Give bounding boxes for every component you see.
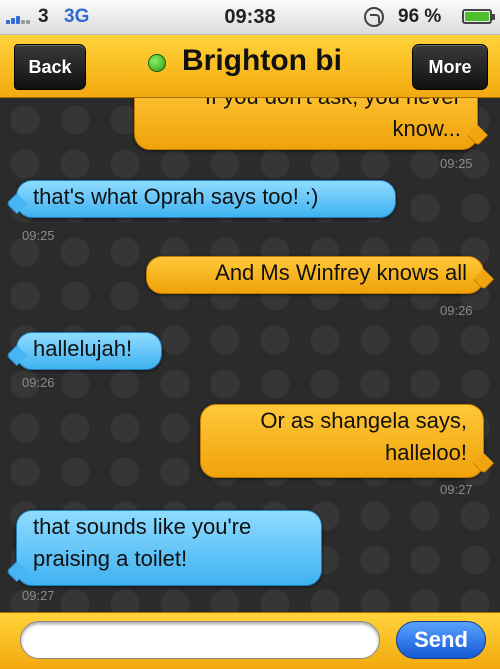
page-title: Brighton bi: [182, 44, 342, 77]
message-text: If you don't ask, you never: [151, 98, 461, 113]
message-text: know...: [392, 116, 461, 141]
message-bubble-sent[interactable]: Or as shangela says, halleloo!: [200, 404, 484, 478]
message-bubble-sent[interactable]: If you don't ask, you never know...: [134, 98, 478, 150]
battery-percent: 96 %: [398, 6, 442, 27]
rotation-lock-icon: [364, 7, 384, 27]
message-bubble-received[interactable]: that sounds like you're praising a toile…: [16, 510, 322, 586]
back-button[interactable]: Back: [14, 44, 86, 90]
more-button[interactable]: More: [412, 44, 488, 90]
message-text: that sounds like you're: [33, 514, 252, 539]
message-timestamp: 09:25: [440, 156, 473, 171]
message-bubble-received[interactable]: that's what Oprah says too! :): [16, 180, 396, 218]
message-bubble-sent[interactable]: And Ms Winfrey knows all: [146, 256, 484, 294]
more-button-label: More: [428, 57, 472, 77]
message-text: Or as shangela says,: [260, 408, 467, 433]
message-timestamp: 09:27: [440, 482, 473, 497]
message-input[interactable]: [20, 621, 380, 659]
back-button-label: Back: [28, 57, 72, 77]
online-status-icon: [148, 54, 166, 72]
message-text: And Ms Winfrey knows all: [215, 260, 467, 285]
message-timestamp: 09:26: [22, 375, 55, 390]
message-text: praising a toilet!: [33, 546, 188, 571]
message-timestamp: 09:26: [440, 303, 473, 318]
battery-icon: [462, 9, 495, 24]
message-timestamp: 09:25: [22, 228, 55, 243]
message-text: halleloo!: [385, 440, 467, 465]
message-timestamp: 09:27: [22, 588, 55, 603]
message-bubble-received[interactable]: hallelujah!: [16, 332, 162, 370]
status-bar: 3 3G 09:38 96 %: [0, 0, 500, 35]
message-text: that's what Oprah says too! :): [33, 184, 319, 209]
composer-bar: Send: [0, 612, 500, 669]
message-text: hallelujah!: [33, 336, 133, 361]
send-button[interactable]: Send: [396, 621, 486, 659]
message-list[interactable]: If you don't ask, you never know... 09:2…: [0, 98, 500, 612]
